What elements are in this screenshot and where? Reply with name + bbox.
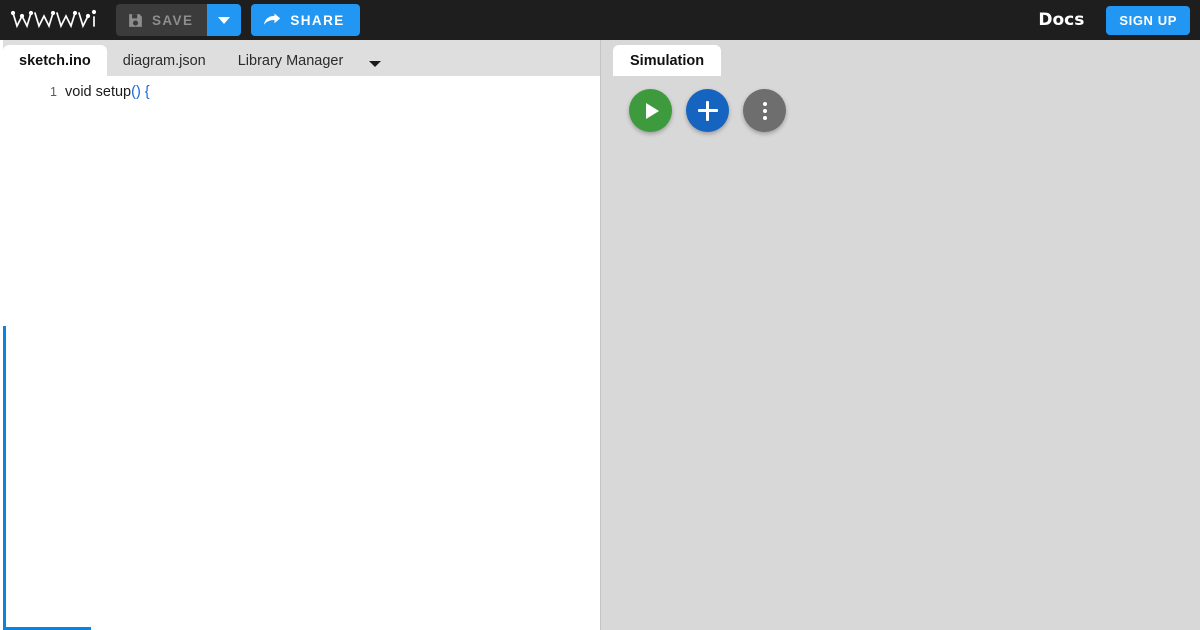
wokwi-logo-icon bbox=[10, 9, 97, 29]
simulation-tab-bar: Simulation bbox=[601, 40, 1200, 76]
save-dropdown-button[interactable] bbox=[207, 4, 242, 36]
wokwi-logo[interactable] bbox=[10, 7, 102, 33]
code-keyword: void setup bbox=[65, 84, 132, 100]
add-part-button[interactable] bbox=[686, 89, 729, 132]
tab-diagram-json[interactable]: diagram.json bbox=[107, 45, 222, 76]
chevron-down-icon bbox=[218, 16, 231, 24]
save-button-group: SAVE bbox=[116, 4, 242, 36]
docs-link[interactable]: Docs bbox=[1038, 10, 1084, 30]
editor-tab-bar: sketch.ino diagram.json Library Manager bbox=[3, 40, 600, 76]
tab-sketch-ino[interactable]: sketch.ino bbox=[3, 45, 107, 76]
simulation-action-buttons bbox=[601, 76, 1200, 132]
code-editor-surface[interactable]: 1 void setup() { bbox=[3, 76, 600, 630]
floppy-disk-icon bbox=[129, 13, 142, 27]
editor-focus-rail bbox=[3, 326, 6, 630]
line-number: 1 bbox=[50, 85, 57, 99]
kebab-menu-icon bbox=[762, 101, 767, 120]
code-editor-pane: sketch.ino diagram.json Library Manager … bbox=[0, 40, 600, 630]
share-button[interactable]: SHARE bbox=[251, 4, 360, 36]
chevron-down-icon[interactable] bbox=[369, 61, 382, 67]
code-punctuation: () { bbox=[131, 84, 150, 100]
simulation-pane: Simulation bbox=[600, 40, 1200, 630]
top-toolbar: SAVE SHARE Docs SIGN UP bbox=[0, 0, 1200, 40]
code-line: 1 void setup() { bbox=[3, 84, 600, 104]
tab-simulation[interactable]: Simulation bbox=[613, 45, 722, 76]
wokwi-app: SAVE SHARE Docs SIGN UP sketch.ino diagr… bbox=[0, 0, 1200, 630]
start-simulation-button[interactable] bbox=[629, 89, 672, 132]
share-button-label: SHARE bbox=[290, 12, 345, 28]
more-options-button[interactable] bbox=[743, 89, 786, 132]
plus-icon bbox=[697, 100, 718, 121]
tab-library-manager[interactable]: Library Manager bbox=[222, 45, 360, 76]
code-content: void setup() { bbox=[65, 84, 150, 100]
signup-button[interactable]: SIGN UP bbox=[1106, 5, 1190, 35]
share-arrow-icon bbox=[264, 13, 281, 25]
save-button[interactable]: SAVE bbox=[116, 4, 208, 36]
play-icon bbox=[646, 102, 659, 119]
save-button-label: SAVE bbox=[152, 12, 194, 28]
